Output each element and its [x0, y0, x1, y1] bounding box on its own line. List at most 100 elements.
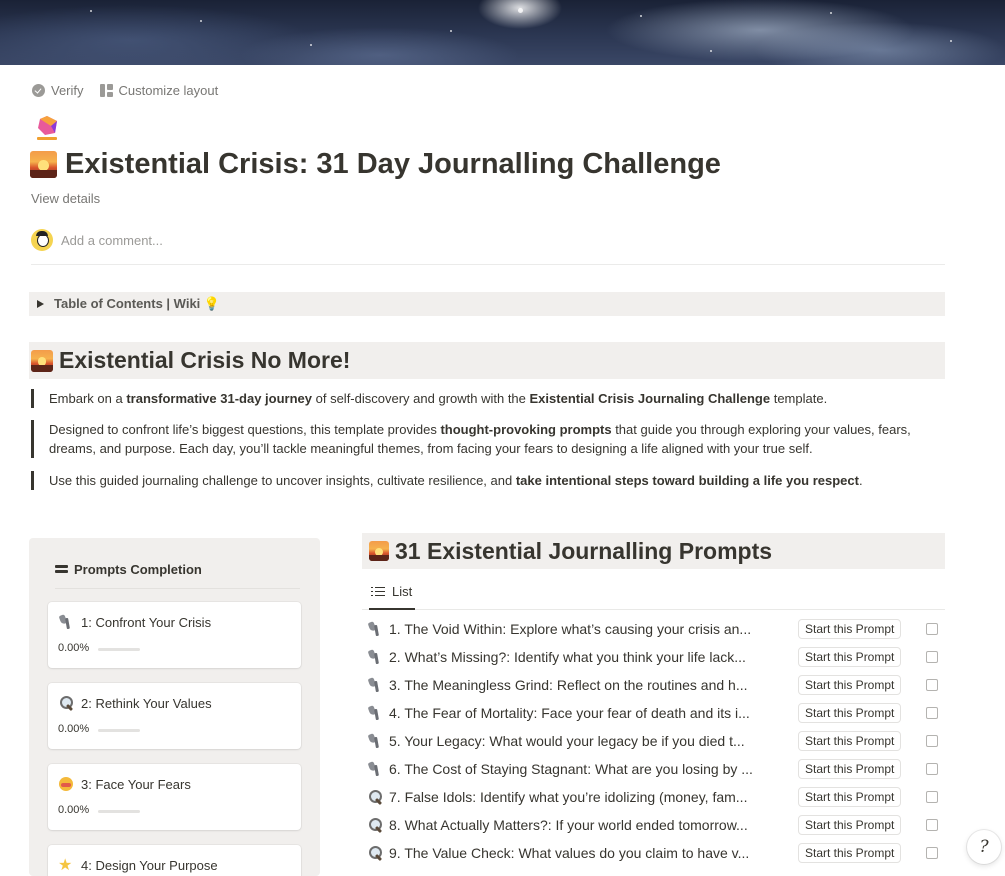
magnifier-icon: [367, 817, 383, 833]
prompts-heading-text: 31 Existential Journalling Prompts: [395, 537, 773, 564]
cover-image: [0, 0, 1005, 65]
customize-layout-button[interactable]: Customize layout: [99, 83, 219, 98]
page-title: Existential Crisis: 31 Day Journalling C…: [30, 148, 721, 181]
prompt-title[interactable]: 5. Your Legacy: What would your legacy b…: [389, 733, 793, 749]
start-prompt-button[interactable]: Start this Prompt: [798, 815, 902, 835]
start-prompt-button[interactable]: Start this Prompt: [798, 731, 902, 751]
prompt-row[interactable]: 5. Your Legacy: What would your legacy b…: [367, 727, 945, 755]
done-checkbox[interactable]: [926, 819, 938, 831]
prompt-title[interactable]: 8. What Actually Matters?: If your world…: [389, 817, 793, 833]
signpost-icon: [55, 564, 68, 576]
sunset-icon: [30, 151, 57, 178]
page-topbar: Verify Customize layout: [32, 83, 218, 98]
view-details-link[interactable]: View details: [31, 191, 100, 206]
view-tab-label: List: [392, 584, 413, 599]
start-prompt-button[interactable]: Start this Prompt: [798, 619, 902, 639]
completion-card[interactable]: 2: Rethink Your Values 0.00%: [48, 683, 301, 749]
done-checkbox[interactable]: [926, 791, 938, 803]
start-prompt-button[interactable]: Start this Prompt: [798, 787, 902, 807]
completion-card[interactable]: 4: Design Your Purpose: [48, 845, 301, 876]
progress-bar: [98, 648, 140, 651]
card-percent: 0.00%: [58, 804, 90, 816]
prompt-title[interactable]: 7. False Idols: Identify what you’re ido…: [389, 789, 793, 805]
list-icon: [371, 586, 385, 598]
quote-text: of self-discovery and growth with the: [312, 391, 530, 406]
page-logo-icon: [37, 116, 57, 140]
done-checkbox[interactable]: [926, 623, 938, 635]
page-title-text: Existential Crisis: 31 Day Journalling C…: [65, 148, 721, 180]
verify-button[interactable]: Verify: [32, 83, 84, 98]
prompt-row[interactable]: 8. What Actually Matters?: If your world…: [367, 811, 945, 839]
view-tab-list[interactable]: List: [371, 584, 412, 599]
intro-quote-1: Embark on a transformative 31-day journe…: [31, 389, 827, 408]
prompt-row[interactable]: 1. The Void Within: Explore what’s causi…: [367, 615, 945, 643]
card-percent: 0.00%: [58, 723, 90, 735]
done-checkbox[interactable]: [926, 679, 938, 691]
completion-card[interactable]: 3: Face Your Fears 0.00%: [48, 764, 301, 830]
prompt-row[interactable]: 4. The Fear of Mortality: Face your fear…: [367, 699, 945, 727]
quote-bold: transformative 31-day journey: [126, 391, 313, 406]
quote-text: Use this guided journaling challenge to …: [49, 473, 516, 488]
start-prompt-button[interactable]: Start this Prompt: [798, 759, 902, 779]
prompt-row[interactable]: 2. What’s Missing?: Identify what you th…: [367, 643, 945, 671]
prompt-row[interactable]: 7. False Idols: Identify what you’re ido…: [367, 783, 945, 811]
sunset-icon: [31, 349, 53, 372]
sunset-icon: [369, 541, 389, 561]
help-button[interactable]: ?: [967, 830, 1001, 864]
divider: [31, 264, 945, 265]
prompts-completion-panel: Prompts Completion 1: Confront Your Cris…: [29, 538, 320, 876]
prompts-heading: 31 Existential Journalling Prompts: [362, 533, 945, 569]
face-icon: [58, 776, 74, 792]
quote-bold: take intentional steps toward building a…: [515, 473, 859, 488]
layout-icon: [99, 84, 113, 97]
verified-badge-icon: [32, 84, 45, 97]
anvil-icon: [367, 649, 383, 665]
prompt-title[interactable]: 4. The Fear of Mortality: Face your fear…: [389, 705, 793, 721]
done-checkbox[interactable]: [926, 735, 938, 747]
done-checkbox[interactable]: [926, 707, 938, 719]
card-title: 3: Face Your Fears: [81, 776, 191, 792]
prompt-title[interactable]: 3. The Meaningless Grind: Reflect on the…: [389, 677, 793, 693]
start-prompt-button[interactable]: Start this Prompt: [798, 675, 902, 695]
card-title: 4: Design Your Purpose: [81, 857, 218, 873]
done-checkbox[interactable]: [926, 763, 938, 775]
anvil-icon: [367, 677, 383, 693]
intro-heading-text: Existential Crisis No More!: [59, 347, 351, 373]
start-prompt-button[interactable]: Start this Prompt: [798, 703, 902, 723]
anvil-icon: [367, 761, 383, 777]
avatar: [31, 229, 53, 251]
start-prompt-button[interactable]: Start this Prompt: [798, 843, 902, 863]
done-checkbox[interactable]: [926, 847, 938, 859]
quote-text: Designed to confront life’s biggest ques…: [49, 422, 441, 437]
prompt-title[interactable]: 1. The Void Within: Explore what’s causi…: [389, 621, 793, 637]
customize-layout-label: Customize layout: [118, 83, 219, 98]
quote-bold: thought-provoking prompts: [440, 422, 612, 437]
toc-label: Table of Contents | Wiki 💡: [54, 296, 221, 311]
divider: [55, 588, 300, 589]
intro-quote-3: Use this guided journaling challenge to …: [31, 471, 863, 490]
intro-quote-2: Designed to confront life’s biggest ques…: [31, 420, 931, 458]
prompt-title[interactable]: 9. The Value Check: What values do you c…: [389, 845, 793, 861]
prompt-row[interactable]: 3. The Meaningless Grind: Reflect on the…: [367, 671, 945, 699]
quote-text: Embark on a: [49, 391, 127, 406]
comment-row[interactable]: Add a comment...: [31, 229, 163, 251]
comment-input[interactable]: Add a comment...: [61, 233, 163, 248]
toggle-triangle-icon[interactable]: [37, 300, 44, 308]
magnifier-icon: [367, 789, 383, 805]
intro-heading: Existential Crisis No More!: [29, 342, 945, 379]
progress-bar: [98, 729, 140, 732]
toc-toggle[interactable]: Table of Contents | Wiki 💡: [29, 292, 945, 316]
start-prompt-button[interactable]: Start this Prompt: [798, 647, 902, 667]
prompt-title[interactable]: 2. What’s Missing?: Identify what you th…: [389, 649, 793, 665]
completion-heading: Prompts Completion: [55, 562, 202, 577]
prompt-row[interactable]: 6. The Cost of Staying Stagnant: What ar…: [367, 755, 945, 783]
card-title: 2: Rethink Your Values: [81, 695, 212, 711]
done-checkbox[interactable]: [926, 651, 938, 663]
completion-card[interactable]: 1: Confront Your Crisis 0.00%: [48, 602, 301, 668]
prompt-row[interactable]: 9. The Value Check: What values do you c…: [367, 839, 945, 867]
card-percent: 0.00%: [58, 642, 90, 654]
prompt-title[interactable]: 6. The Cost of Staying Stagnant: What ar…: [389, 761, 793, 777]
quote-bold: Existential Crisis Journaling Challenge: [529, 391, 771, 406]
star-icon: [58, 855, 74, 875]
anvil-icon: [367, 733, 383, 749]
